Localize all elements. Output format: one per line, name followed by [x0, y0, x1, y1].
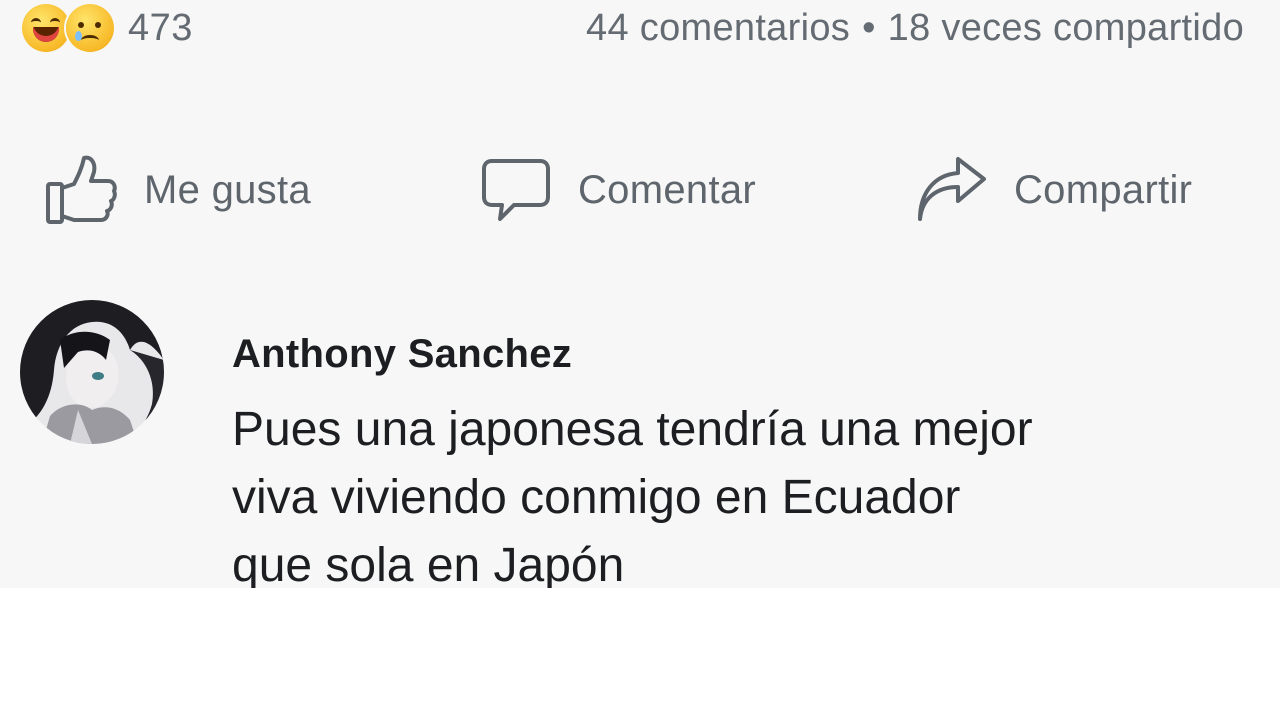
haha-emoji-icon — [22, 4, 70, 52]
comment-line: viva viviendo conmigo en Ecuador — [232, 471, 961, 524]
facebook-post: 473 44 comentarios • 18 veces compartido… — [0, 0, 1280, 588]
share-button[interactable]: Compartir — [914, 148, 1192, 232]
reactions-summary[interactable]: 473 — [22, 0, 193, 56]
comment-line: que sola en Japón — [232, 539, 625, 588]
comment-line: Pues una japonesa tendría una mejor — [232, 403, 1033, 456]
share-arrow-icon — [918, 157, 986, 221]
post-stats: 44 comentarios • 18 veces compartido — [586, 0, 1244, 56]
share-button-label: Compartir — [1014, 167, 1193, 212]
like-button[interactable]: Me gusta — [44, 148, 311, 232]
thumbs-up-icon — [46, 155, 117, 224]
action-bar: Me gusta Comentar Compartir — [0, 148, 1280, 232]
avatar[interactable] — [20, 300, 164, 444]
comment-text: Pues una japonesa tendría una mejor viva… — [232, 396, 1242, 588]
sad-emoji-icon — [66, 4, 114, 52]
comment-button-label: Comentar — [578, 167, 757, 212]
comment-button[interactable]: Comentar — [480, 148, 756, 232]
like-button-label: Me gusta — [144, 167, 311, 212]
comment-author[interactable]: Anthony Sanchez — [232, 332, 572, 377]
reaction-count: 473 — [128, 6, 193, 49]
shares-count-link[interactable]: 18 veces compartido — [888, 7, 1244, 50]
anime-character-avatar — [20, 300, 164, 444]
comments-count-link[interactable]: 44 comentarios — [586, 7, 850, 50]
speech-bubble-icon — [482, 159, 550, 221]
stats-separator: • — [862, 6, 876, 49]
